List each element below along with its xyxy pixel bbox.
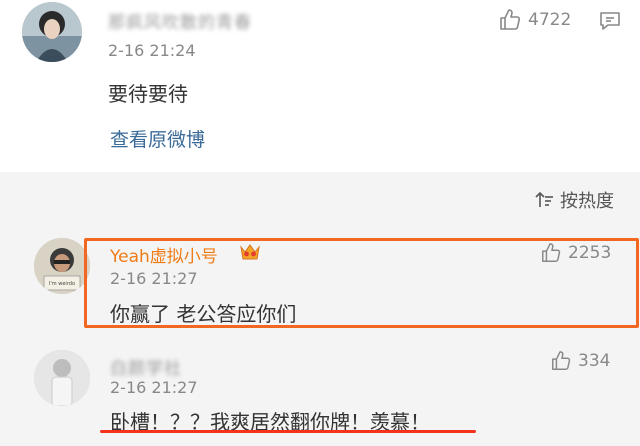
like-count: 4722 [528, 10, 572, 30]
thumbs-up-icon [552, 351, 571, 370]
avatar[interactable] [34, 350, 90, 406]
sort-label: 按热度 [560, 191, 614, 212]
comment-text: 要待要待 [108, 82, 188, 106]
svg-text:I'm weirdo: I'm weirdo [49, 281, 75, 287]
avatar[interactable] [22, 2, 82, 62]
like-count: 334 [578, 351, 611, 371]
sort-button[interactable]: 按热度 [534, 187, 614, 213]
timestamp: 2-16 21:27 [110, 378, 198, 397]
thumbs-up-icon [500, 9, 521, 30]
like-button[interactable]: 4722 [498, 8, 571, 32]
like-button[interactable]: 334 [550, 350, 610, 372]
highlight-box [84, 238, 639, 328]
username[interactable]: 白颜学社 [110, 354, 182, 379]
sort-icon [535, 191, 553, 207]
top-comment: 那疯风吹散的青春 2-16 21:24 4722 要待要待 查看原微博 [0, 0, 640, 172]
comment-list: 按热度 I'm weirdo Yeah虚拟小号 2-16 21:27 2253 … [0, 172, 640, 446]
username[interactable]: 那疯风吹散的青春 [108, 8, 252, 33]
underline-mark [100, 430, 476, 433]
avatar[interactable]: I'm weirdo [34, 238, 90, 294]
comment-icon[interactable] [598, 10, 622, 36]
view-original-link[interactable]: 查看原微博 [110, 125, 205, 152]
timestamp: 2-16 21:24 [108, 41, 196, 60]
